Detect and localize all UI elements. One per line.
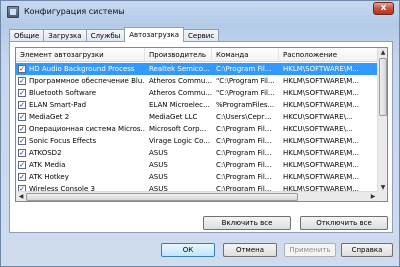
startup-item-checkbox[interactable]: ✓ — [18, 113, 26, 121]
startup-item-checkbox[interactable]: ✓ — [18, 101, 26, 109]
vendor-cell: ELAN Microelec... — [149, 101, 210, 109]
startup-item-checkbox[interactable]: ✓ — [18, 149, 26, 157]
startup-item-checkbox[interactable]: ✓ — [18, 125, 26, 133]
vendor-cell: Realtek Semico... — [149, 65, 210, 73]
location-cell: HKLM\SOFTWARE\M... — [283, 101, 359, 109]
startup-item-cell: ✓ Bluetooth Software — [16, 87, 145, 99]
command-cell: C:\Program Fil... — [216, 125, 272, 133]
startup-panel: Элемент автозагрузки Производитель Коман… — [9, 41, 393, 233]
startup-item-name: ELAN Smart-Pad — [29, 101, 87, 109]
horizontal-scroll-thumb[interactable] — [26, 193, 298, 201]
vendor-cell: ASUS — [149, 161, 168, 169]
table-row[interactable]: ✓ ELAN Smart-Pad ELAN Microelec... %Program… — [16, 99, 378, 111]
vendor-cell: MediaGet LLC — [149, 113, 198, 121]
startup-item-cell: ✓ ELAN Smart-Pad — [16, 99, 145, 111]
table-row[interactable]: ✓ Bluetooth Software Atheros Commu... "C:\P… — [16, 87, 378, 99]
command-cell: C:\Program Fil... — [216, 161, 272, 169]
location-cell: HKLM\SOFTWARE\M... — [283, 77, 359, 85]
startup-item-cell: ✓ ATKOSD2 — [16, 147, 145, 159]
command-cell: C:\Program Fil... — [216, 65, 272, 73]
table-row[interactable]: ✓ ATKOSD2 ASUS C:\Program Fil... HKLM\SOFTWA… — [16, 147, 378, 159]
vertical-scrollbar[interactable]: ▲ ▼ — [377, 48, 387, 192]
location-cell: HKLM\SOFTWARE\M... — [283, 173, 359, 181]
startup-item-checkbox[interactable]: ✓ — [18, 89, 26, 97]
vendor-cell: ASUS — [149, 149, 168, 157]
location-cell: HKCU\SOFTWARE\... — [283, 113, 353, 121]
title-bar: Конфигурация системы x — [1, 1, 399, 23]
startup-item-checkbox[interactable]: ✓ — [18, 137, 26, 145]
vendor-cell: Virage Logic Co... — [149, 137, 210, 145]
help-button[interactable]: Справка — [341, 243, 393, 257]
location-cell: HKLM\SOFTWARE\M... — [283, 137, 359, 145]
tab-strip: Общие Загрузка Службы Автозагрузка Серви… — [9, 27, 220, 42]
column-header-command[interactable]: Команда — [212, 48, 279, 62]
scroll-corner — [377, 191, 387, 201]
tab-startup[interactable]: Автозагрузка — [124, 27, 185, 42]
list-header: Элемент автозагрузки Производитель Коман… — [16, 48, 378, 62]
command-cell: C:\Users\Серг... — [216, 113, 272, 121]
startup-item-cell: ✓ MediaGet 2 — [16, 111, 145, 123]
table-row[interactable]: ✓ Sonic Focus Effects Virage Logic Co... C:… — [16, 135, 378, 147]
vendor-cell: Atheros Commu... — [149, 77, 212, 85]
app-icon — [7, 6, 19, 18]
list-rows: ✓ HD Audio Background Process Realtek Semi… — [16, 63, 378, 201]
startup-item-checkbox[interactable]: ✓ — [18, 77, 26, 85]
startup-item-name: MediaGet 2 — [29, 113, 70, 121]
column-header-vendor[interactable]: Производитель — [145, 48, 212, 62]
horizontal-scrollbar[interactable]: ◀ ▶ — [16, 191, 378, 201]
startup-item-cell: ✓ HD Audio Background Process — [16, 63, 145, 75]
command-cell: C:\Program Fil... — [216, 173, 272, 181]
table-row[interactable]: ✓ ATK Hotkey ASUS C:\Program Fil... HKLM\SOF… — [16, 171, 378, 183]
startup-item-checkbox[interactable]: ✓ — [18, 173, 26, 181]
startup-item-cell: ✓ ATK Hotkey — [16, 171, 145, 183]
table-row[interactable]: ✓ HD Audio Background Process Realtek Semi… — [16, 63, 378, 75]
table-row[interactable]: ✓ MediaGet 2 MediaGet LLC C:\Users\Серг... H… — [16, 111, 378, 123]
startup-item-cell: ✓ ATK Media — [16, 159, 145, 171]
startup-item-name: Bluetooth Software — [29, 89, 97, 97]
ok-button[interactable]: ОК — [161, 243, 215, 257]
startup-item-name: ATKOSD2 — [29, 149, 62, 157]
command-cell: %ProgramFiles... — [216, 101, 275, 109]
command-cell: "C:\Program Fil... — [216, 89, 275, 97]
vendor-cell: ASUS — [149, 173, 168, 181]
location-cell: HKCU\SOFTWARE\... — [283, 125, 353, 133]
startup-item-cell: ✓ Операционная система Micros... — [16, 123, 145, 135]
startup-item-checkbox[interactable]: ✓ — [18, 65, 26, 73]
startup-list: Элемент автозагрузки Производитель Коман… — [15, 47, 388, 202]
vertical-scroll-thumb[interactable] — [379, 58, 387, 116]
scroll-left-icon[interactable]: ◀ — [16, 192, 26, 201]
startup-item-name: ATK Media — [29, 161, 66, 169]
vendor-cell: Atheros Commu... — [149, 89, 212, 97]
close-button[interactable]: x — [373, 2, 394, 15]
startup-item-name: ATK Hotkey — [29, 173, 69, 181]
system-config-window: Конфигурация системы x Общие Загрузка Сл… — [0, 0, 400, 267]
enable-all-button[interactable]: Включить все — [203, 216, 291, 230]
startup-item-checkbox[interactable]: ✓ — [18, 161, 26, 169]
column-header-location[interactable]: Расположение — [279, 48, 378, 62]
table-row[interactable]: ✓ Программное обеспечение Blu... Atheros C… — [16, 75, 378, 87]
apply-button[interactable]: Применить — [284, 243, 336, 257]
vendor-cell: Microsoft Corp... — [149, 125, 207, 133]
startup-item-cell: ✓ Sonic Focus Effects — [16, 135, 145, 147]
startup-item-name: Программное обеспечение Blu... — [29, 77, 145, 85]
command-cell: "C:\Program Fil... — [216, 77, 275, 85]
command-cell: C:\Program Fil... — [216, 137, 272, 145]
startup-item-name: Операционная система Micros... — [29, 125, 145, 133]
cancel-button[interactable]: Отмена — [223, 243, 277, 257]
location-cell: HKLM\SOFTWARE\M... — [283, 149, 359, 157]
table-row[interactable]: ✓ Операционная система Micros... Microsoft… — [16, 123, 378, 135]
startup-item-name: Sonic Focus Effects — [29, 137, 97, 145]
location-cell: HKLM\SOFTWARE\M... — [283, 89, 359, 97]
table-row[interactable]: ✓ ATK Media ASUS C:\Program Fil... HKLM\SOFT… — [16, 159, 378, 171]
scroll-up-icon[interactable]: ▲ — [378, 48, 387, 57]
startup-item-name: HD Audio Background Process — [29, 65, 135, 73]
location-cell: HKLM\SOFTWARE\M... — [283, 161, 359, 169]
location-cell: HKLM\SOFTWARE\M... — [283, 65, 359, 73]
window-title: Конфигурация системы — [24, 7, 125, 16]
startup-item-cell: ✓ Программное обеспечение Blu... — [16, 75, 145, 87]
column-header-item[interactable]: Элемент автозагрузки — [16, 48, 145, 62]
command-cell: C:\Program Fil... — [216, 149, 272, 157]
disable-all-button[interactable]: Отключить все — [300, 216, 388, 230]
